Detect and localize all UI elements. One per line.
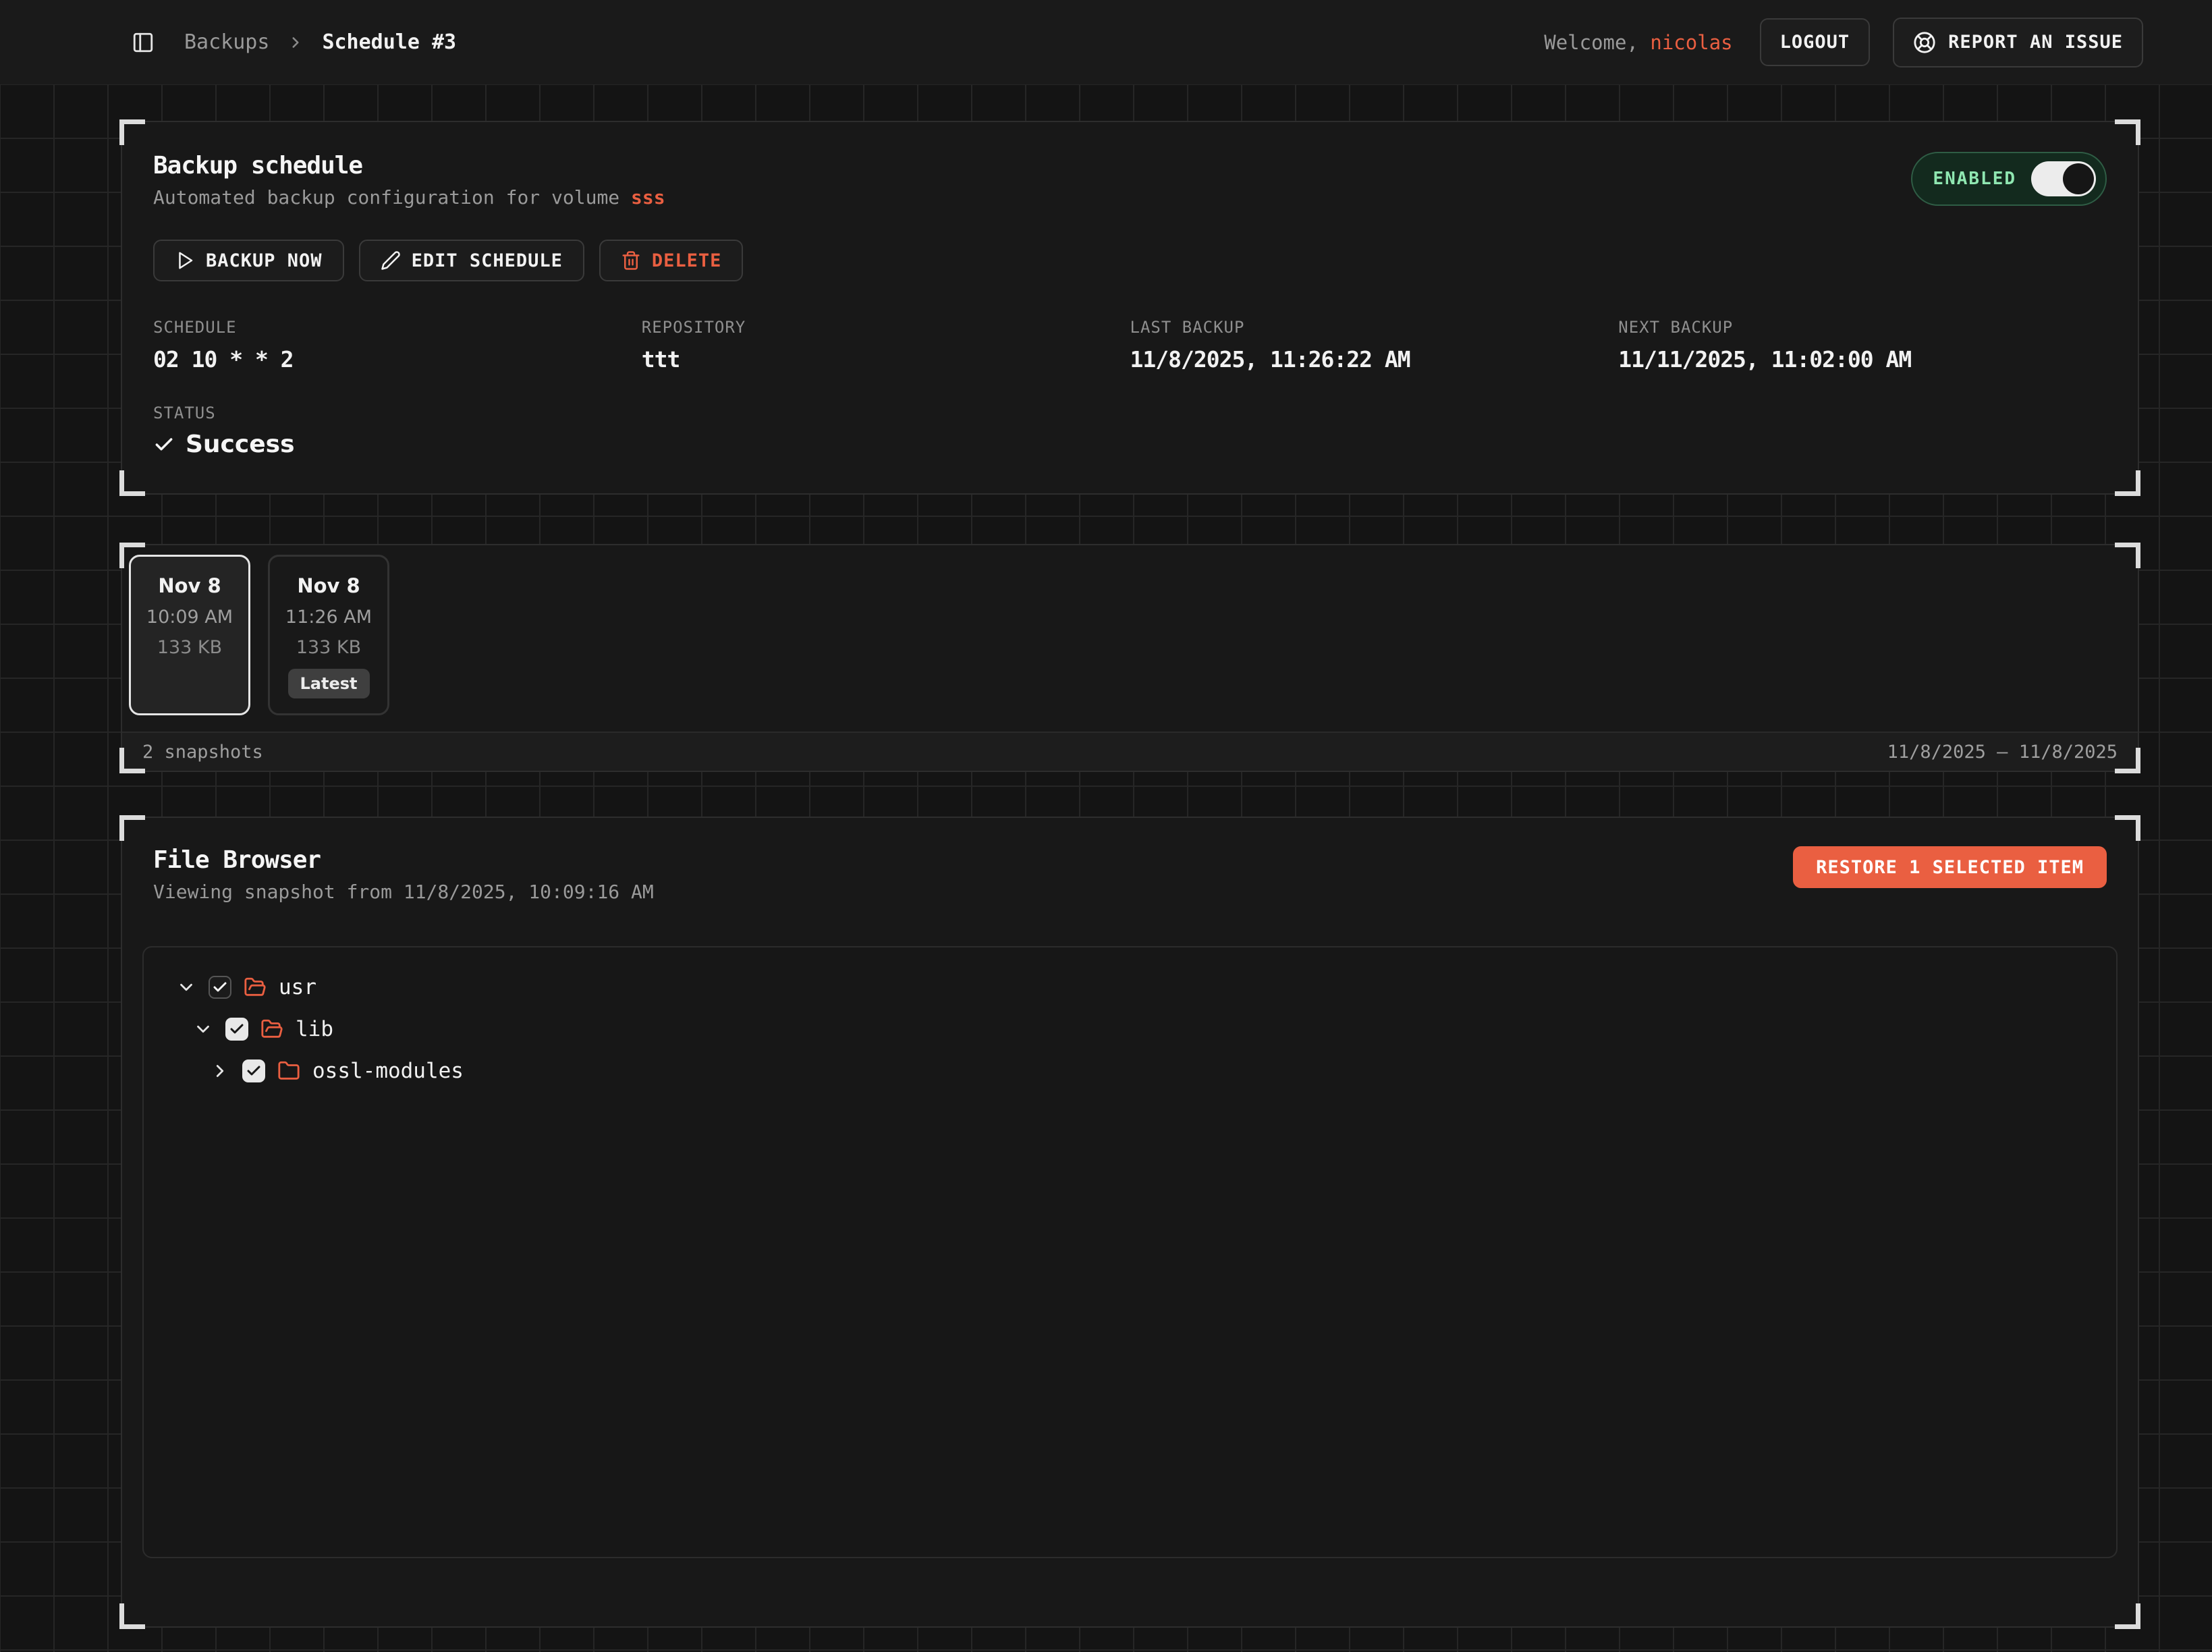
edit-schedule-label: EDIT SCHEDULE — [412, 250, 563, 271]
enabled-toggle[interactable]: ENABLED — [1911, 152, 2107, 206]
checkbox-checked[interactable] — [225, 1018, 248, 1041]
chevron-down-icon[interactable] — [193, 1019, 213, 1039]
snapshot-time: 10:09 AM — [146, 607, 233, 628]
enabled-label: ENABLED — [1933, 169, 2016, 189]
schedule-card-subtitle: Automated backup configuration for volum… — [153, 186, 665, 209]
delete-label: DELETE — [652, 250, 722, 271]
chevron-down-icon[interactable] — [176, 977, 196, 997]
grid-background: Backup schedule Automated backup configu… — [0, 84, 2212, 1652]
username: nicolas — [1650, 31, 1732, 54]
file-browser-title: File Browser — [153, 846, 654, 874]
breadcrumb-current: Schedule #3 — [322, 30, 456, 54]
toggle-knob — [2063, 163, 2094, 194]
snapshot-count: 2 snapshots — [142, 742, 263, 763]
corner-bracket — [2115, 470, 2140, 496]
volume-name: sss — [631, 186, 665, 209]
restore-selected-button[interactable]: RESTORE 1 SELECTED ITEM — [1793, 846, 2107, 888]
latest-badge: Latest — [288, 669, 370, 698]
status-label: STATUS — [153, 404, 2107, 422]
snapshot-time: 11:26 AM — [285, 607, 372, 628]
snapshot-size: 133 KB — [296, 637, 361, 658]
tree-label: lib — [296, 1017, 333, 1041]
status-block: STATUS Success — [153, 404, 2107, 458]
folder-open-icon — [244, 976, 267, 999]
snapshots-card: Nov 8 10:09 AM 133 KB Nov 8 11:26 AM 133… — [121, 544, 2139, 772]
corner-bracket — [2115, 1603, 2140, 1629]
field-label: LAST BACKUP — [1130, 318, 1619, 337]
welcome-prefix: Welcome, — [1544, 31, 1638, 54]
sidebar-panel-icon — [132, 31, 155, 54]
pencil-icon — [381, 250, 401, 271]
field-last-backup: LAST BACKUP 11/8/2025, 11:26:22 AM — [1130, 318, 1619, 373]
folder-icon — [277, 1059, 300, 1082]
corner-bracket — [119, 470, 145, 496]
tree-label: usr — [279, 975, 316, 999]
welcome-text: Welcome, nicolas — [1544, 31, 1732, 54]
sidebar-toggle-button[interactable] — [132, 31, 155, 54]
snapshot-size: 133 KB — [157, 637, 222, 658]
snapshot-list: Nov 8 10:09 AM 133 KB Nov 8 11:26 AM 133… — [122, 545, 2138, 732]
schedule-card-title: Backup schedule — [153, 152, 665, 180]
breadcrumb-chevron-icon — [287, 34, 304, 51]
tree-label: ossl-modules — [312, 1059, 464, 1083]
corner-bracket — [2115, 119, 2140, 145]
toggle-switch[interactable] — [2031, 161, 2096, 196]
life-buoy-icon — [1913, 31, 1936, 54]
corner-bracket — [2115, 543, 2140, 568]
edit-schedule-button[interactable]: EDIT SCHEDULE — [359, 240, 584, 281]
checkbox-checked[interactable] — [242, 1059, 265, 1082]
backup-now-label: BACKUP NOW — [206, 250, 323, 271]
folder-open-icon — [260, 1018, 283, 1041]
field-repository: REPOSITORY ttt — [642, 318, 1130, 373]
corner-bracket — [119, 119, 145, 145]
logout-label: LOGOUT — [1780, 32, 1850, 53]
corner-bracket — [119, 543, 145, 568]
field-next-backup: NEXT BACKUP 11/11/2025, 11:02:00 AM — [1618, 318, 2107, 373]
schedule-fields: SCHEDULE 02 10 * * 2 REPOSITORY ttt LAST… — [153, 318, 2107, 373]
tree-row-usr[interactable]: usr — [164, 966, 2096, 1008]
check-icon — [153, 434, 175, 456]
snapshot-date: Nov 8 — [297, 574, 360, 597]
chevron-right-icon[interactable] — [210, 1061, 230, 1081]
corner-bracket — [119, 748, 145, 773]
corner-bracket — [2115, 748, 2140, 773]
checkbox-checked[interactable] — [209, 976, 231, 999]
snapshot-date-range: 11/8/2025 – 11/8/2025 — [1887, 742, 2118, 763]
field-schedule: SCHEDULE 02 10 * * 2 — [153, 318, 642, 373]
backup-now-button[interactable]: BACKUP NOW — [153, 240, 344, 281]
tree-row-ossl-modules[interactable]: ossl-modules — [164, 1050, 2096, 1092]
field-value: 11/11/2025, 11:02:00 AM — [1618, 346, 2107, 373]
logout-button[interactable]: LOGOUT — [1760, 18, 1871, 66]
snapshot-item-selected[interactable]: Nov 8 10:09 AM 133 KB — [129, 555, 250, 715]
file-browser-card: File Browser Viewing snapshot from 11/8/… — [121, 817, 2139, 1628]
snapshot-item-latest[interactable]: Nov 8 11:26 AM 133 KB Latest — [268, 555, 389, 715]
tree-row-lib[interactable]: lib — [164, 1008, 2096, 1050]
trash-icon — [621, 250, 641, 271]
snapshots-footer: 2 snapshots 11/8/2025 – 11/8/2025 — [122, 732, 2138, 771]
snapshot-date: Nov 8 — [158, 574, 221, 597]
corner-bracket — [119, 1603, 145, 1629]
breadcrumb-link-backups[interactable]: Backups — [184, 30, 269, 54]
field-label: SCHEDULE — [153, 318, 642, 337]
status-value: Success — [186, 431, 295, 458]
field-label: NEXT BACKUP — [1618, 318, 2107, 337]
subtitle-prefix: Automated backup configuration for volum… — [153, 186, 631, 209]
backup-schedule-card: Backup schedule Automated backup configu… — [121, 121, 2139, 495]
report-issue-label: REPORT AN ISSUE — [1948, 32, 2123, 53]
report-issue-button[interactable]: REPORT AN ISSUE — [1893, 18, 2143, 67]
field-value: 02 10 * * 2 — [153, 346, 642, 373]
play-icon — [175, 250, 195, 271]
corner-bracket — [2115, 815, 2140, 841]
field-label: REPOSITORY — [642, 318, 1130, 337]
file-browser-subtitle: Viewing snapshot from 11/8/2025, 10:09:1… — [153, 881, 654, 903]
field-value: ttt — [642, 346, 1130, 373]
topbar: Backups Schedule #3 Welcome, nicolas LOG… — [0, 0, 2212, 84]
breadcrumb: Backups Schedule #3 — [184, 30, 456, 54]
delete-button[interactable]: DELETE — [599, 240, 744, 281]
corner-bracket — [119, 815, 145, 841]
file-tree-panel: usr lib — [142, 946, 2118, 1558]
field-value: 11/8/2025, 11:26:22 AM — [1130, 346, 1619, 373]
